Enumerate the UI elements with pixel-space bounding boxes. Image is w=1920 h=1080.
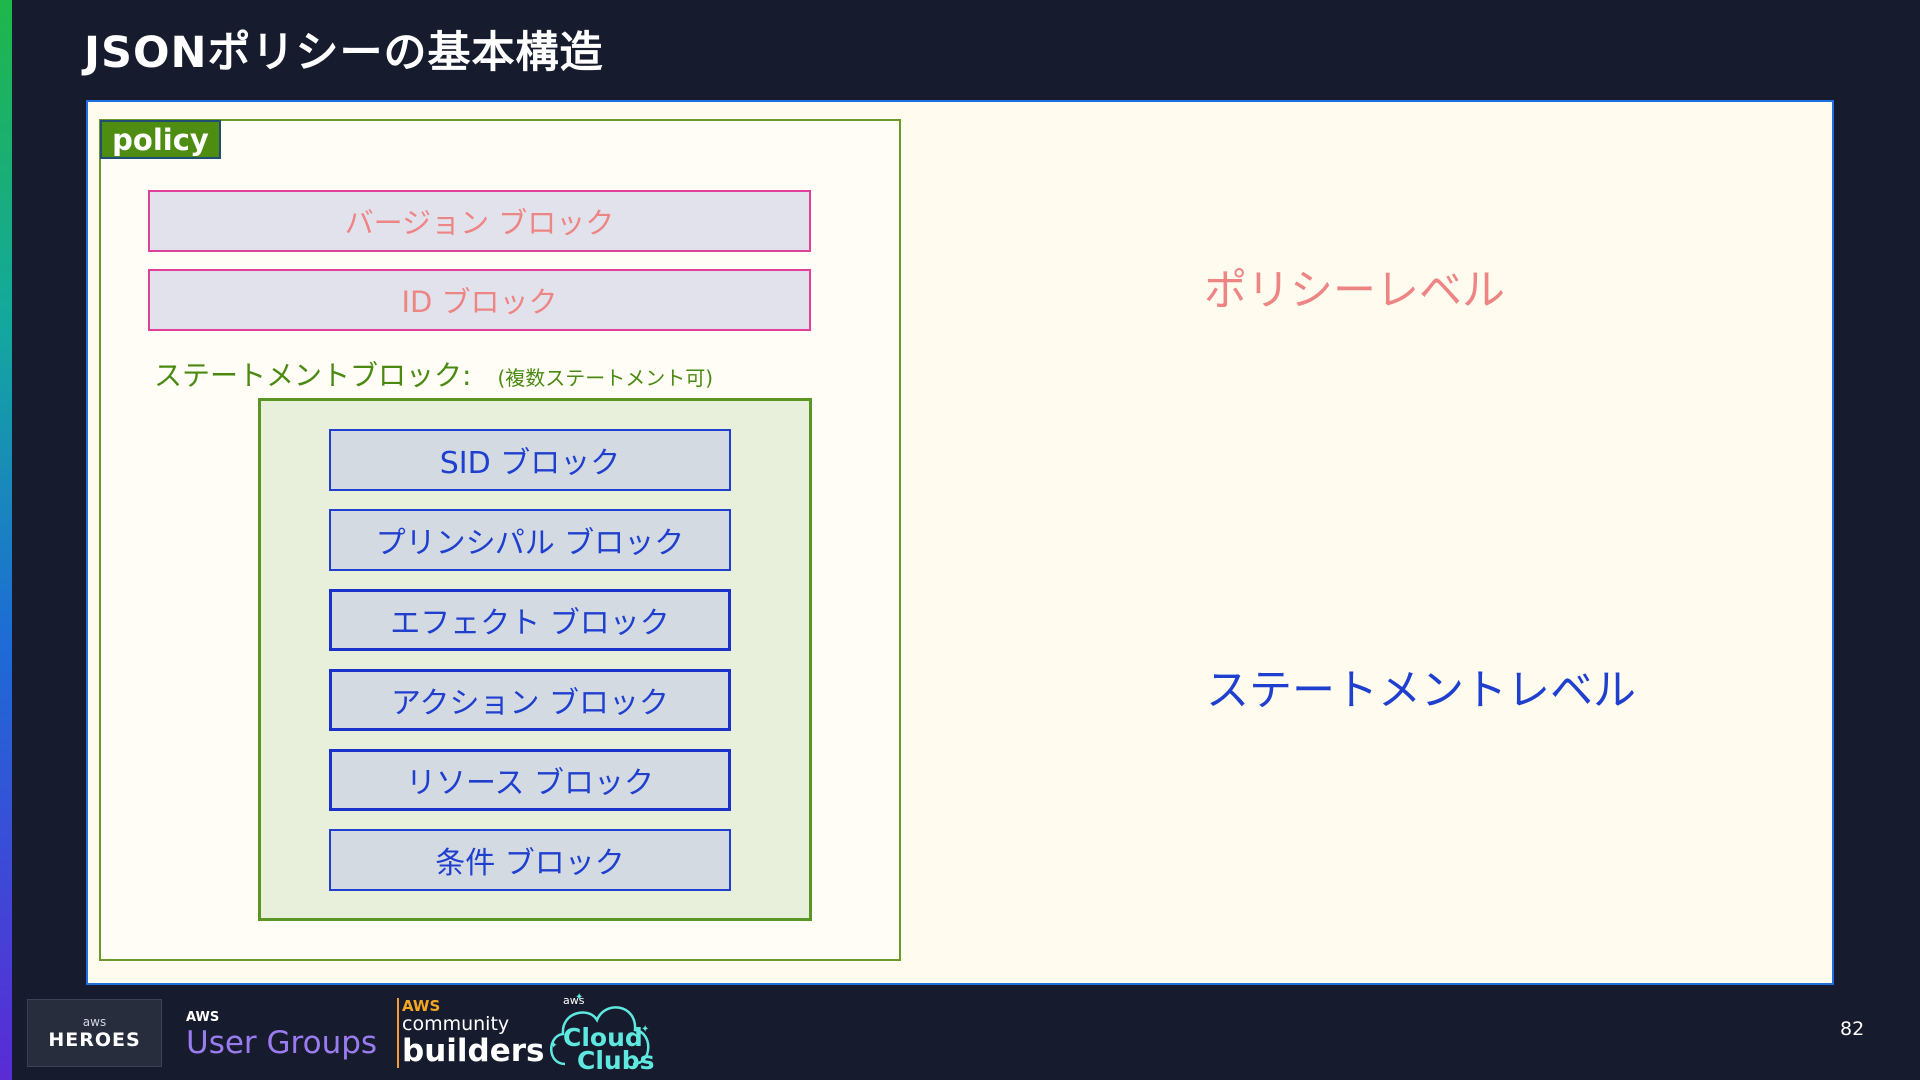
builders-community-text: community xyxy=(402,1013,510,1035)
action-block: アクション ブロック xyxy=(329,669,731,731)
builders-aws-text: AWS xyxy=(402,997,441,1015)
statement-block-label: ステートメントブロック: (複数ステートメント可) xyxy=(154,354,713,394)
version-block: バージョン ブロック xyxy=(148,190,811,252)
cloud-line2: Clubs xyxy=(577,1046,655,1075)
policy-level-label: ポリシーレベル xyxy=(1204,266,1505,316)
usergroups-aws-text: AWS xyxy=(186,1010,220,1025)
builders-name-text: builders xyxy=(402,1033,545,1069)
aws-community-builders-logo: AWS community builders xyxy=(397,998,544,1068)
cloud-clubs-text: Cloud Clubs xyxy=(563,1025,655,1075)
effect-block: エフェクト ブロック xyxy=(329,589,731,651)
page-title: JSONポリシーの基本構造 xyxy=(84,28,604,78)
statement-label-text: ステートメントブロック: xyxy=(154,359,472,392)
usergroups-name-text: User Groups xyxy=(186,1025,378,1061)
statement-level-label: ステートメントレベル xyxy=(1206,666,1636,716)
statement-sublabel: (複数ステートメント可) xyxy=(497,366,714,390)
cloud-aws-text: aws xyxy=(563,994,585,1007)
condition-block: 条件 ブロック xyxy=(329,829,731,891)
policy-tag: policy xyxy=(100,120,221,159)
aws-cloud-clubs-logo: ✦ ✦ ✦ aws Cloud Clubs xyxy=(545,986,655,1074)
aws-user-groups-logo: AWS User Groups xyxy=(186,1010,377,1061)
heroes-text: HEROES xyxy=(48,1029,141,1051)
aws-heroes-logo: aws HEROES xyxy=(27,999,162,1067)
svg-text:✦: ✦ xyxy=(550,1041,558,1051)
principal-block: プリンシパル ブロック xyxy=(329,509,731,571)
page-number: 82 xyxy=(1840,1018,1865,1040)
accent-bar xyxy=(0,0,12,1080)
resource-block: リソース ブロック xyxy=(329,749,731,811)
heroes-aws-text: aws xyxy=(82,1015,107,1029)
id-block: ID ブロック xyxy=(148,269,811,331)
sid-block: SID ブロック xyxy=(329,429,731,491)
